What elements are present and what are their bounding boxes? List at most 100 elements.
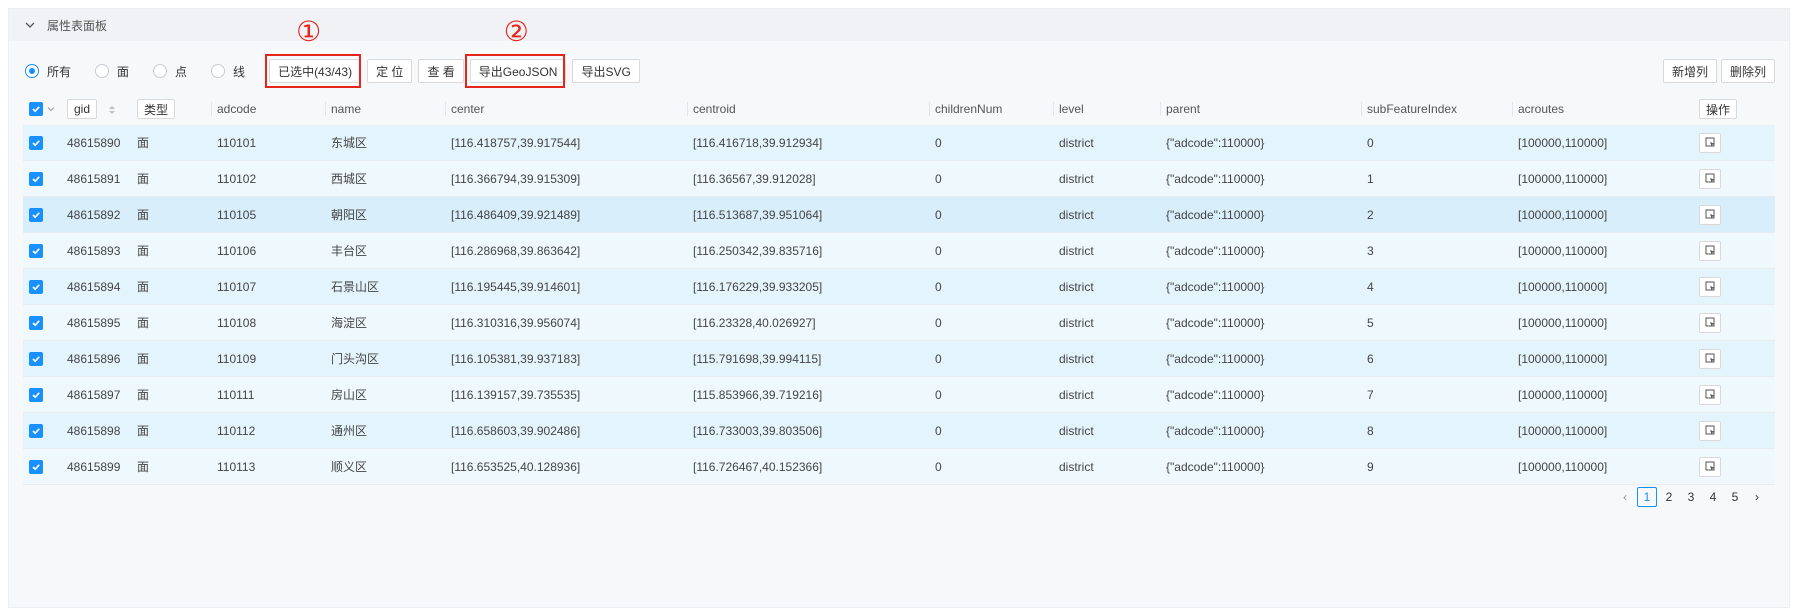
- locate-icon: [1705, 173, 1715, 183]
- row-checkbox[interactable]: [29, 351, 43, 366]
- table-row[interactable]: 48615897 面 110111 房山区 [116.139157,39.735…: [23, 376, 1775, 413]
- row-checkbox[interactable]: [29, 423, 43, 438]
- header-level[interactable]: level: [1053, 93, 1160, 125]
- header-action-tag[interactable]: 操作: [1699, 99, 1738, 119]
- table-row[interactable]: 48615894 面 110107 石景山区 [116.195445,39.91…: [23, 268, 1775, 305]
- cell-gid: 48615899: [61, 448, 131, 485]
- row-checkbox-cell: [23, 412, 61, 449]
- table-row[interactable]: 48615899 面 110113 顺义区 [116.653525,40.128…: [23, 448, 1775, 485]
- sort-icon[interactable]: [108, 104, 116, 116]
- cell-gid: 48615891: [61, 160, 131, 197]
- locate-row-button[interactable]: [1699, 204, 1721, 225]
- radio-checked-icon[interactable]: [25, 64, 39, 78]
- cell-parent: {"adcode":110000}: [1160, 232, 1361, 269]
- row-checkbox[interactable]: [29, 243, 43, 258]
- view-button[interactable]: 查 看: [418, 59, 464, 83]
- cell-type: 面: [131, 448, 211, 485]
- radio-polygon[interactable]: 面: [95, 63, 129, 80]
- header-centroid[interactable]: centroid: [687, 93, 929, 125]
- cell-gid: 48615896: [61, 340, 131, 377]
- page-5[interactable]: 5: [1725, 487, 1745, 507]
- chevron-down-icon[interactable]: [47, 105, 55, 113]
- header-center[interactable]: center: [445, 93, 687, 125]
- locate-row-button[interactable]: [1699, 348, 1721, 369]
- cell-centroid: [116.36567,39.912028]: [687, 160, 929, 197]
- cell-center: [116.366794,39.915309]: [445, 160, 687, 197]
- header-parent[interactable]: parent: [1160, 93, 1361, 125]
- row-checkbox[interactable]: [29, 459, 43, 474]
- header-name[interactable]: name: [325, 93, 445, 125]
- cell-acroutes: [100000,110000]: [1512, 376, 1693, 413]
- header-childrennum[interactable]: childrenNum: [929, 93, 1053, 125]
- export-svg-button[interactable]: 导出SVG: [572, 59, 640, 83]
- header-gid[interactable]: gid: [61, 93, 131, 125]
- radio-point[interactable]: 点: [153, 63, 187, 80]
- radio-line[interactable]: 线: [211, 63, 245, 80]
- locate-button[interactable]: 定 位: [367, 59, 413, 83]
- cell-level: district: [1053, 412, 1160, 449]
- cell-adcode: 110107: [211, 268, 325, 305]
- prev-page-icon[interactable]: ‹: [1615, 487, 1635, 507]
- row-checkbox[interactable]: [29, 171, 43, 186]
- cell-name: 东城区: [325, 125, 445, 161]
- row-checkbox[interactable]: [29, 315, 43, 330]
- radio-unchecked-icon[interactable]: [95, 64, 110, 78]
- header-adcode[interactable]: adcode: [211, 93, 325, 125]
- cell-centroid: [116.513687,39.951064]: [687, 196, 929, 233]
- header-acroutes[interactable]: acroutes: [1512, 93, 1693, 125]
- locate-icon: [1705, 317, 1715, 327]
- row-checkbox[interactable]: [29, 279, 43, 294]
- page-4[interactable]: 4: [1703, 487, 1723, 507]
- locate-row-button[interactable]: [1699, 240, 1721, 261]
- header-subfeatureindex[interactable]: subFeatureIndex: [1361, 93, 1512, 125]
- row-checkbox[interactable]: [29, 135, 43, 150]
- locate-row-button[interactable]: [1699, 420, 1721, 441]
- locate-icon: [1705, 245, 1715, 255]
- header-type[interactable]: 类型: [131, 93, 211, 125]
- radio-unchecked-icon[interactable]: [211, 64, 226, 78]
- locate-row-button[interactable]: [1699, 456, 1721, 477]
- row-checkbox[interactable]: [29, 387, 43, 402]
- cell-adcode: 110113: [211, 448, 325, 485]
- cell-centroid: [116.176229,39.933205]: [687, 268, 929, 305]
- locate-row-button[interactable]: [1699, 312, 1721, 333]
- cell-acroutes: [100000,110000]: [1512, 340, 1693, 377]
- locate-row-button[interactable]: [1699, 276, 1721, 297]
- locate-row-button[interactable]: [1699, 384, 1721, 405]
- radio-all[interactable]: 所有: [25, 63, 71, 80]
- locate-row-button[interactable]: [1699, 168, 1721, 189]
- table-row[interactable]: 48615893 面 110106 丰台区 [116.286968,39.863…: [23, 232, 1775, 269]
- cell-name: 房山区: [325, 376, 445, 413]
- cell-name: 石景山区: [325, 268, 445, 305]
- row-checkbox[interactable]: [29, 207, 43, 222]
- panel-header[interactable]: 属性表面板: [9, 9, 1789, 41]
- header-gid-tag[interactable]: gid: [67, 99, 98, 119]
- cell-level: district: [1053, 448, 1160, 485]
- table-row[interactable]: 48615895 面 110108 海淀区 [116.310316,39.956…: [23, 304, 1775, 341]
- annotation-box-2: [464, 54, 565, 88]
- cell-parent: {"adcode":110000}: [1160, 125, 1361, 161]
- annotation-number-2: ②: [503, 15, 529, 48]
- table-row[interactable]: 48615890 面 110101 东城区 [116.418757,39.917…: [23, 125, 1775, 161]
- chevron-down-icon[interactable]: [23, 18, 37, 32]
- table-row[interactable]: 48615896 面 110109 门头沟区 [116.105381,39.93…: [23, 340, 1775, 377]
- cell-action: [1693, 448, 1775, 485]
- cell-action: [1693, 125, 1775, 161]
- next-page-icon[interactable]: ›: [1747, 487, 1767, 507]
- table-row[interactable]: 48615891 面 110102 西城区 [116.366794,39.915…: [23, 160, 1775, 197]
- table-row[interactable]: 48615892 面 110105 朝阳区 [116.486409,39.921…: [23, 196, 1775, 233]
- cell-action: [1693, 412, 1775, 449]
- cell-childrennum: 0: [929, 412, 1053, 449]
- radio-unchecked-icon[interactable]: [153, 64, 168, 78]
- locate-row-button[interactable]: [1699, 132, 1721, 153]
- delete-column-button[interactable]: 删除列: [1720, 59, 1775, 83]
- table-row[interactable]: 48615898 面 110112 通州区 [116.658603,39.902…: [23, 412, 1775, 449]
- page-3[interactable]: 3: [1681, 487, 1701, 507]
- cell-action: [1693, 268, 1775, 305]
- cell-name: 顺义区: [325, 448, 445, 485]
- page-2[interactable]: 2: [1659, 487, 1679, 507]
- add-column-button[interactable]: 新增列: [1662, 59, 1717, 83]
- header-type-tag[interactable]: 类型: [137, 99, 176, 119]
- select-all-checkbox[interactable]: [29, 102, 43, 116]
- page-1[interactable]: 1: [1637, 487, 1657, 507]
